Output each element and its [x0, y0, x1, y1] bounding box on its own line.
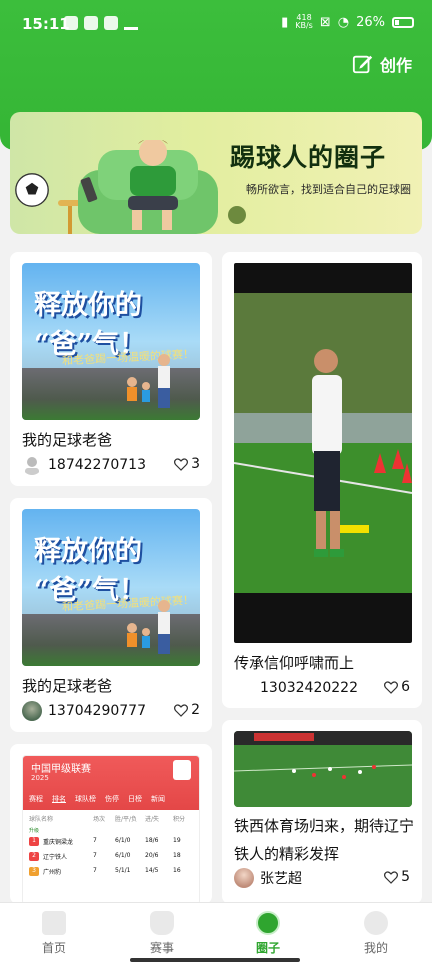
banner-ball-small	[228, 206, 246, 224]
league-badge-icon	[173, 760, 191, 780]
banner-subtitle: 畅所欲言，找到适合自己的足球圈	[246, 183, 411, 196]
network-speed: 418 KB/s	[295, 13, 313, 30]
post-title: 铁西体育场归来，期待辽宁铁人的精彩发挥	[234, 817, 415, 863]
heart-icon	[384, 870, 399, 884]
circles-icon	[256, 911, 280, 935]
wifi-icon: ◔	[337, 14, 350, 30]
like-count[interactable]: 3	[174, 456, 200, 472]
nav-home[interactable]: 首页	[14, 911, 94, 956]
like-number: 3	[191, 456, 200, 472]
vibrate-icon: ▮	[281, 14, 289, 30]
battery-icon	[392, 16, 414, 28]
author-name: 18742270713	[48, 457, 146, 473]
post-card[interactable]: 铁西体育场归来，期待辽宁铁人的精彩发挥 张艺超 5	[222, 720, 422, 904]
league-header: 中国甲级联赛 2025 赛程 排名 球队榜 伤停 日榜 新闻	[23, 756, 199, 810]
video-app-icon	[84, 16, 98, 30]
edit-icon	[352, 55, 373, 74]
like-number: 2	[191, 702, 200, 718]
post-thumbnail	[234, 731, 412, 807]
banner-illustration	[58, 140, 218, 234]
like-number: 5	[401, 869, 410, 885]
like-count[interactable]: 6	[384, 679, 410, 695]
league-table-image: 中国甲级联赛 2025 赛程 排名 球队榜 伤停 日榜 新闻 球队名称 场次 胜…	[22, 755, 200, 904]
like-count[interactable]: 2	[174, 702, 200, 718]
home-icon	[42, 911, 66, 935]
league-table-header: 球队名称 场次 胜/平/负 进/失 积分	[29, 816, 186, 823]
community-banner[interactable]: 踢球人的圈子 畅所欲言，找到适合自己的足球圈	[10, 112, 422, 234]
avatar	[22, 701, 42, 721]
post-title: 我的足球老爸	[22, 677, 113, 695]
trophy-icon	[150, 911, 174, 935]
notification-icons	[64, 16, 138, 30]
league-title: 中国甲级联赛	[31, 764, 91, 775]
soccer-ball-icon	[15, 173, 49, 207]
battery-percent: 26%	[356, 14, 385, 30]
heart-icon	[174, 703, 189, 717]
post-card[interactable]: 释放你的 “爸”气！ 和老爸踢一场温暖的球赛！ 我的足球老爸 1874227071…	[10, 252, 212, 486]
post-card[interactable]: 释放你的 “爸”气！ 和老爸踢一场温暖的球赛！ 我的足球老爸 1370429077…	[10, 498, 212, 732]
author-name: 张艺超	[260, 871, 302, 887]
post-card[interactable]: 中国甲级联赛 2025 赛程 排名 球队榜 伤停 日榜 新闻 球队名称 场次 胜…	[10, 744, 212, 904]
status-right: ▮ 418 KB/s ⊠ ◔ 26%	[281, 14, 414, 30]
post-thumbnail: 释放你的 “爸”气！ 和老爸踢一场温暖的球赛！	[22, 509, 200, 666]
post-author[interactable]: 18742270713	[22, 455, 146, 475]
match-frame	[234, 731, 412, 807]
nav-events[interactable]: 赛事	[122, 911, 202, 956]
like-count[interactable]: 5	[384, 869, 410, 885]
poster-image: 释放你的 “爸”气！ 和老爸踢一场温暖的球赛！	[22, 263, 200, 420]
bottom-nav: 首页 赛事 圈子 我的	[0, 902, 432, 964]
create-label: 创作	[379, 56, 412, 75]
post-author[interactable]: 张艺超	[234, 868, 302, 888]
table-row: 2 辽宁铁人 7 6/1/0 20/6 18	[23, 849, 199, 864]
post-card[interactable]: 传承信仰呼啸而上 13032420222 6	[222, 252, 422, 708]
avatar	[234, 868, 254, 888]
post-title: 我的足球老爸	[22, 431, 113, 449]
table-row: 3 广州豹 7 5/1/1 14/5 16	[23, 864, 199, 879]
status-bar: 15:11 ▮ 418 KB/s ⊠ ◔ 26%	[0, 0, 432, 48]
heart-icon	[384, 680, 399, 694]
nav-circles[interactable]: 圈子	[228, 911, 308, 956]
profile-icon	[364, 911, 388, 935]
media-app-icon	[104, 16, 118, 30]
nav-profile[interactable]: 我的	[336, 911, 416, 956]
post-title: 传承信仰呼啸而上	[234, 654, 355, 672]
heart-icon	[174, 457, 189, 471]
app-notification-icon	[64, 16, 78, 30]
author-name: 13032420222	[260, 680, 358, 696]
no-sim-icon: ⊠	[319, 14, 331, 30]
home-indicator	[130, 958, 300, 962]
poster-figures	[127, 354, 170, 408]
post-thumbnail: 释放你的 “爸”气！ 和老爸踢一场温暖的球赛！	[22, 263, 200, 420]
post-author[interactable]: 13032420222	[234, 678, 358, 698]
banner-title: 踢球人的圈子	[230, 143, 387, 172]
poster-image: 释放你的 “爸”气！ 和老爸踢一场温暖的球赛！	[22, 509, 200, 666]
league-tabs: 赛程 排名 球队榜 伤停 日榜 新闻	[29, 795, 165, 803]
avatar	[234, 678, 254, 698]
video-frame	[234, 293, 412, 593]
crown-icon	[124, 16, 138, 30]
status-time: 15:11	[22, 15, 70, 33]
like-number: 6	[401, 679, 410, 695]
post-author[interactable]: 13704290777	[22, 701, 146, 721]
poster-figures	[127, 600, 170, 654]
create-button[interactable]: 创作	[352, 52, 412, 76]
league-year: 2025	[31, 774, 49, 782]
avatar	[25, 457, 39, 475]
table-row: 1 重庆铜梁龙 7 6/1/0 18/6 19	[23, 834, 199, 849]
post-video-thumbnail	[234, 263, 412, 643]
league-section-label: 升级	[29, 828, 40, 834]
author-name: 13704290777	[48, 703, 146, 719]
